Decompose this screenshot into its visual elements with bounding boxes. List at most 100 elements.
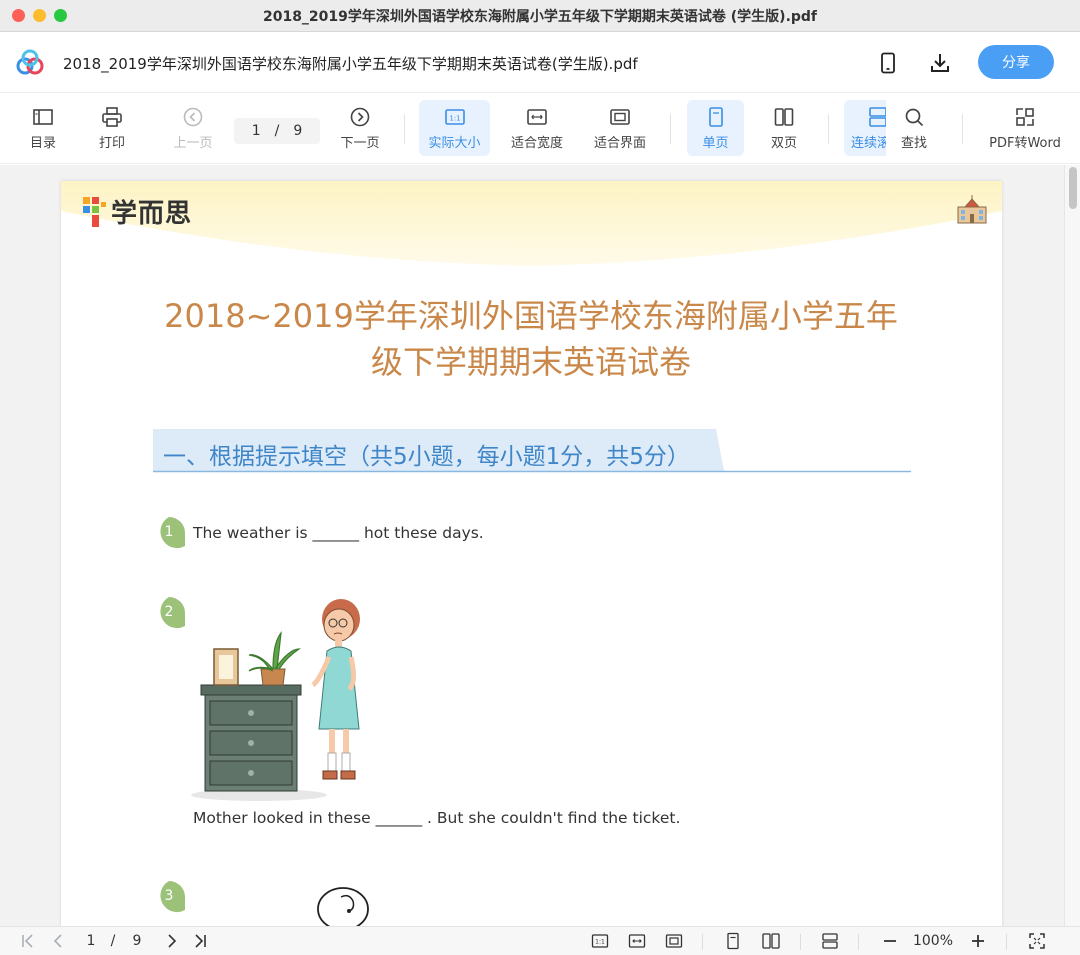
- toolbar-divider: [670, 114, 671, 144]
- zoom-in-button[interactable]: [968, 932, 988, 950]
- single-page-icon: [727, 932, 739, 950]
- first-page-button[interactable]: [18, 932, 38, 950]
- status-divider: [1006, 934, 1007, 950]
- window-titlebar: 2018_2019学年深圳外国语学校东海附属小学五年级下学期期末英语试卷 (学生…: [0, 0, 1080, 32]
- continuous-scroll-button[interactable]: 连续滚: [844, 100, 886, 156]
- double-page-label: 双页: [770, 135, 797, 151]
- vertical-scrollbar[interactable]: [1064, 165, 1080, 926]
- scrollbar-thumb[interactable]: [1069, 167, 1077, 209]
- fullscreen-button[interactable]: [1027, 932, 1047, 950]
- prev-page-button[interactable]: 上一页: [164, 100, 222, 156]
- toolbar-divider: [962, 114, 963, 144]
- toc-button[interactable]: 目录: [18, 100, 68, 156]
- exam-title-line2: 级下学期期末英语试卷: [370, 343, 691, 381]
- status-divider: [858, 934, 859, 950]
- brand-mark-icon: [83, 196, 106, 227]
- double-page-icon: [774, 107, 794, 126]
- status-fit-width-button[interactable]: [627, 932, 647, 950]
- question-number-wrap: 2: [152, 596, 186, 630]
- next-page-button[interactable]: 下一页: [331, 100, 389, 156]
- status-bar: 1 / 9 1:1 100%: [0, 926, 1080, 955]
- status-single-page-button[interactable]: [723, 932, 743, 950]
- svg-text:1:1: 1:1: [595, 939, 605, 946]
- print-button[interactable]: 打印: [87, 100, 137, 156]
- app-logo-icon: [16, 49, 44, 75]
- zoom-level[interactable]: 100%: [908, 932, 958, 950]
- fit-width-icon: [527, 108, 547, 125]
- double-page-icon: [762, 933, 780, 949]
- printer-icon: [102, 106, 122, 127]
- question-number-wrap: 1: [152, 516, 186, 550]
- prev-page-label: 上一页: [173, 135, 213, 151]
- status-continuous-button[interactable]: [820, 932, 840, 950]
- minimize-window-button[interactable]: [33, 9, 46, 22]
- window-title: 2018_2019学年深圳外国语学校东海附属小学五年级下学期期末英语试卷 (学生…: [262, 8, 818, 25]
- page-total: 9: [293, 123, 303, 139]
- find-label: 查找: [900, 135, 927, 151]
- fit-width-icon: [628, 934, 646, 948]
- section-header: 一、根据提示填空（共5小题，每小题1分，共5分）: [153, 429, 911, 473]
- toolbar-divider: [404, 114, 405, 144]
- pdf-to-word-button[interactable]: PDF转Word: [982, 100, 1068, 156]
- first-page-icon: [22, 934, 33, 948]
- find-button[interactable]: 查找: [889, 100, 939, 156]
- next-page-label: 下一页: [340, 135, 380, 151]
- share-button[interactable]: 分享: [978, 45, 1054, 79]
- plus-icon: [972, 935, 984, 947]
- last-page-button[interactable]: [190, 932, 210, 950]
- toc-icon: [33, 108, 53, 125]
- actual-size-icon: 1:1: [591, 934, 609, 948]
- chevron-right-icon: [168, 934, 177, 948]
- question-number-wrap: 3: [152, 880, 186, 914]
- toc-label: 目录: [29, 135, 56, 151]
- continuous-scroll-icon: [869, 106, 886, 127]
- status-double-page-button[interactable]: [760, 932, 782, 950]
- page-number-box[interactable]: 1 / 9: [234, 118, 320, 144]
- document-viewer[interactable]: 学而思 2018~2019学年深圳外国语学校东海附属小学五年 级下学期期末英语试…: [0, 165, 1080, 926]
- download-icon[interactable]: [928, 51, 952, 75]
- actual-size-button[interactable]: 1:1 实际大小: [419, 100, 490, 156]
- fit-width-button[interactable]: 适合宽度: [503, 100, 571, 156]
- print-label: 打印: [98, 135, 125, 151]
- pdf-to-word-label: PDF转Word: [989, 135, 1061, 151]
- question-number: 1: [164, 524, 174, 540]
- convert-icon: [1016, 107, 1034, 126]
- actual-size-icon: 1:1: [444, 108, 465, 125]
- mobile-phone-icon[interactable]: [876, 51, 900, 75]
- status-divider: [800, 934, 801, 950]
- minus-icon: [884, 940, 896, 942]
- actual-size-label: 实际大小: [428, 135, 481, 151]
- page-separator: /: [274, 123, 280, 139]
- fit-page-button[interactable]: 适合界面: [586, 100, 654, 156]
- status-divider: [702, 934, 703, 950]
- zoom-window-button[interactable]: [54, 9, 67, 22]
- fit-page-icon: [665, 934, 683, 948]
- single-page-icon: [708, 106, 723, 127]
- toolbar-divider: [828, 114, 829, 144]
- single-page-button[interactable]: 单页: [687, 100, 744, 156]
- status-page-total: 9: [132, 933, 142, 949]
- single-page-label: 单页: [702, 135, 729, 151]
- status-page-separator: /: [110, 933, 116, 949]
- last-page-icon: [195, 934, 206, 948]
- continuous-scroll-label: 连续滚: [851, 135, 886, 151]
- fit-page-label: 适合界面: [593, 135, 646, 151]
- search-icon: [905, 108, 924, 126]
- zoom-out-button[interactable]: [880, 932, 900, 950]
- app-header: 2018_2019学年深圳外国语学校东海附属小学五年级下学期期末英语试卷(学生版…: [0, 33, 1080, 93]
- fit-page-icon: [610, 108, 630, 125]
- viewer-toolbar: 目录 打印 上一页 下一页 1:1 实际大小 适合宽度 适合界面 单页 双页 连…: [0, 94, 1080, 164]
- status-actual-size-button[interactable]: 1:1: [590, 932, 610, 950]
- next-page-status-button[interactable]: [162, 932, 182, 950]
- status-fit-page-button[interactable]: [664, 932, 684, 950]
- status-page-current[interactable]: 1: [82, 932, 100, 950]
- previous-page-button[interactable]: [48, 932, 68, 950]
- page-banner: [61, 181, 1002, 266]
- illustration-partial: [317, 887, 369, 926]
- double-page-button[interactable]: 双页: [757, 100, 811, 156]
- close-window-button[interactable]: [12, 9, 25, 22]
- brand-name: 学而思: [111, 199, 193, 229]
- window-controls: [12, 9, 67, 22]
- question-text: The weather is ______ hot these days.: [193, 524, 484, 542]
- exam-title: 2018~2019学年深圳外国语学校东海附属小学五年 级下学期期末英语试卷: [141, 293, 921, 385]
